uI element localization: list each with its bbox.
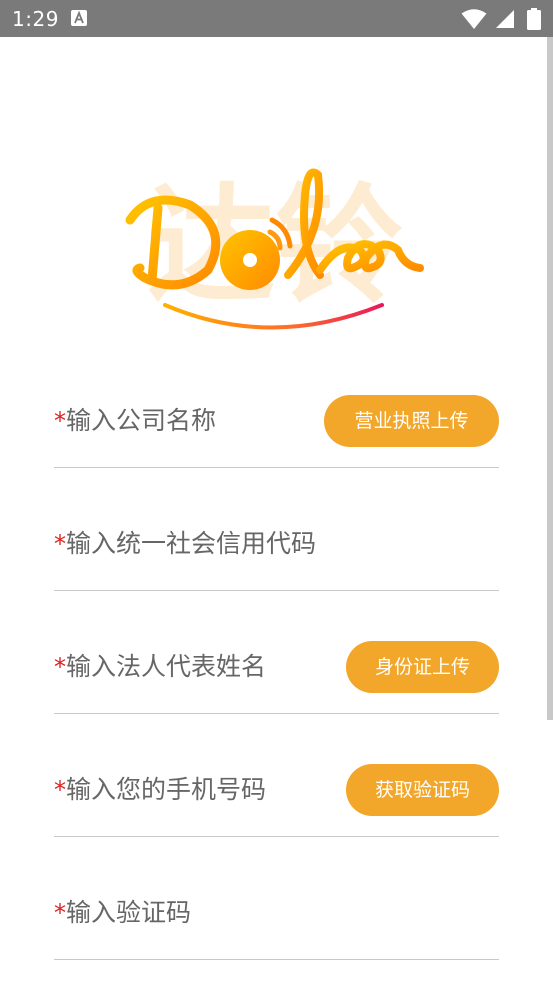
- upload-license-button[interactable]: 营业执照上传: [324, 395, 499, 447]
- legal-rep-field[interactable]: *输入法人代表姓名 身份证上传: [54, 592, 499, 714]
- required-mark: *: [54, 776, 66, 804]
- required-mark: *: [54, 653, 66, 681]
- phone-placeholder: 输入您的手机号码: [66, 775, 267, 804]
- brand-logo: 达铃: [120, 150, 430, 340]
- legal-rep-input[interactable]: *输入法人代表姓名: [54, 651, 266, 683]
- required-mark: *: [54, 899, 66, 927]
- verify-code-placeholder: 输入验证码: [66, 898, 192, 927]
- battery-icon: [527, 8, 541, 30]
- company-name-field[interactable]: *输入公司名称 营业执照上传: [54, 346, 499, 468]
- phone-input[interactable]: *输入您的手机号码: [54, 774, 266, 806]
- required-mark: *: [54, 407, 66, 435]
- get-verification-code-button[interactable]: 获取验证码: [346, 764, 499, 816]
- font-notification-icon: [71, 10, 87, 30]
- credit-code-input[interactable]: *输入统一社会信用代码: [54, 528, 316, 560]
- status-time: 1:29: [12, 7, 59, 31]
- signal-icon: [495, 10, 514, 28]
- company-name-input[interactable]: *输入公司名称: [54, 405, 216, 437]
- credit-code-field[interactable]: *输入统一社会信用代码: [54, 469, 499, 591]
- credit-code-placeholder: 输入统一社会信用代码: [66, 529, 317, 558]
- phone-field[interactable]: *输入您的手机号码 获取验证码: [54, 715, 499, 837]
- wifi-icon: [461, 9, 487, 29]
- required-mark: *: [54, 530, 66, 558]
- legal-rep-placeholder: 输入法人代表姓名: [66, 652, 267, 681]
- registration-form: *输入公司名称 营业执照上传 *输入统一社会信用代码 *输入法人代表姓名 身份证…: [54, 346, 499, 960]
- verify-code-input[interactable]: *输入验证码: [54, 897, 191, 929]
- status-icons: [461, 8, 541, 30]
- upload-id-card-button[interactable]: 身份证上传: [346, 641, 499, 693]
- status-bar: 1:29: [0, 0, 553, 37]
- company-name-placeholder: 输入公司名称: [66, 406, 217, 435]
- scrollbar[interactable]: [547, 37, 553, 720]
- verify-code-field[interactable]: *输入验证码: [54, 838, 499, 960]
